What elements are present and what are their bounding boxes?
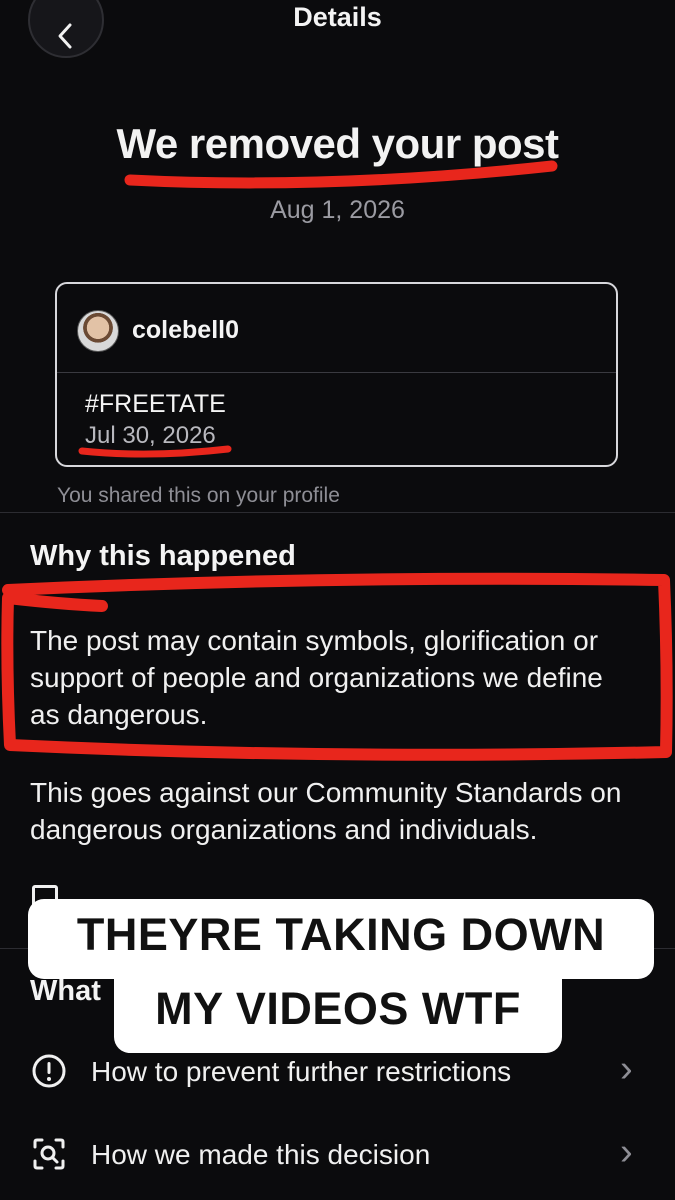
removal-date: Aug 1, 2026 bbox=[270, 196, 405, 224]
chevron-right-icon: › bbox=[620, 1131, 633, 1173]
action-decision-info[interactable]: How we made this decision › bbox=[0, 1125, 675, 1185]
action-label: How we made this decision bbox=[91, 1139, 431, 1170]
reason-text: The post may contain symbols, glorificat… bbox=[30, 625, 603, 730]
section-divider bbox=[0, 512, 675, 513]
post-card[interactable]: colebell0 #FREETATE Jul 30, 2026 bbox=[55, 282, 618, 467]
banner-line-2: MY VIDEOS WTF bbox=[114, 973, 562, 1053]
chevron-right-icon: › bbox=[620, 1048, 633, 1090]
avatar bbox=[77, 310, 119, 352]
document-icon bbox=[32, 885, 58, 917]
underline-headline bbox=[124, 160, 558, 189]
post-date: Jul 30, 2026 bbox=[85, 422, 216, 449]
nav-title: Details bbox=[293, 2, 382, 32]
shared-note: You shared this on your profile bbox=[57, 484, 340, 507]
scan-search-icon bbox=[33, 1138, 65, 1170]
action-prevent-restrictions[interactable]: How to prevent further restrictions › bbox=[0, 1042, 675, 1102]
standards-text: This goes against our Community Standard… bbox=[30, 777, 622, 845]
why-heading: Why this happened bbox=[30, 540, 296, 572]
banner-line-1: THEYRE TAKING DOWN bbox=[28, 899, 654, 979]
chevron-right-icon: › bbox=[622, 888, 634, 926]
page-title: We removed your post bbox=[116, 120, 560, 167]
action-label: How to prevent further restrictions bbox=[91, 1056, 512, 1087]
post-caption: #FREETATE bbox=[85, 390, 226, 418]
info-circle-icon bbox=[32, 1054, 66, 1088]
section-divider-2 bbox=[0, 948, 675, 949]
what-heading: What bbox=[30, 975, 101, 1007]
card-divider bbox=[57, 372, 616, 373]
red-annotation-marks bbox=[1, 160, 673, 761]
post-username: colebell0 bbox=[132, 316, 239, 344]
